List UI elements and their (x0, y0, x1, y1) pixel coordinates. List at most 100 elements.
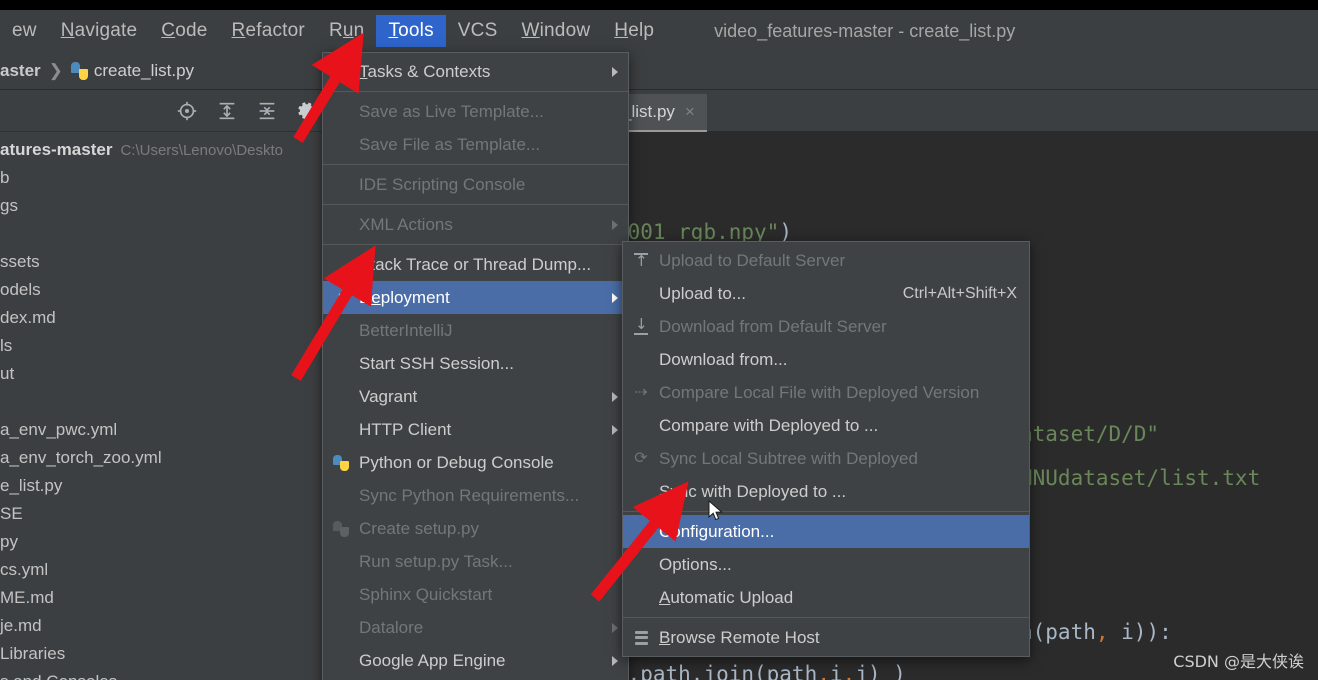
python-dim-icon (331, 519, 351, 539)
menu-item-compare-local-file-with-deployed-version: ⇢ Compare Local File with Deployed Versio… (623, 376, 1029, 409)
menu-item-shortcut: Ctrl+Alt+Shift+X (902, 284, 1017, 302)
tools-dropdown-menu[interactable]: Tasks & Contexts Save as Live Template...… (322, 52, 629, 680)
no-icon (331, 618, 351, 638)
tree-row-label: SE (0, 504, 23, 523)
menu-item-label: Save File as Template... (359, 134, 541, 154)
menubar-item-refactor[interactable]: Refactor (220, 15, 317, 47)
tree-row[interactable]: py (0, 528, 332, 556)
menu-separator (323, 204, 628, 205)
menu-item-browse-remote-host[interactable]: Browse Remote Host (623, 621, 1029, 654)
tree-row[interactable]: a_env_torch_zoo.yml (0, 444, 332, 472)
window-title: video_features-master - create_list.py (714, 20, 1016, 41)
tree-row[interactable]: e_list.py (0, 472, 332, 500)
chevron-right-icon (612, 219, 618, 230)
menu-item-upload-to[interactable]: Upload to... Ctrl+Alt+Shift+X (623, 277, 1029, 310)
tree-row[interactable] (0, 220, 332, 248)
tree-row[interactable]: b (0, 164, 332, 192)
menubar-item-run[interactable]: Run (317, 15, 376, 47)
tree-row[interactable]: ssets (0, 248, 332, 276)
tree-row-label: s and Consoles (0, 672, 117, 680)
tree-row[interactable]: a_env_pwc.yml (0, 416, 332, 444)
chevron-right-icon (612, 655, 618, 666)
tree-row-label: ls (0, 336, 13, 355)
menu-item-download-from[interactable]: Download from... (623, 343, 1029, 376)
menu-item-label: Sync Local Subtree with Deployed (659, 448, 918, 468)
menu-item-label: Compare with Deployed to ... (659, 415, 879, 435)
menubar-item-ew[interactable]: ew (0, 15, 49, 47)
menu-item-automatic-upload[interactable]: Automatic Upload (623, 581, 1029, 614)
tree-row[interactable]: ME.md (0, 584, 332, 612)
breadcrumb: aster ❯ create_list.py (0, 52, 1318, 90)
collapse-all-icon[interactable] (256, 100, 278, 122)
menu-item-ide-scripting-console: IDE Scripting Console (323, 168, 628, 201)
no-icon (331, 354, 351, 374)
tree-row[interactable] (0, 388, 332, 416)
tree-row[interactable]: Libraries (0, 640, 332, 668)
menu-item-label: Automatic Upload (659, 587, 794, 607)
menu-item-run-setup-py-task: Run setup.py Task... (323, 545, 628, 578)
menubar-item-navigate[interactable]: Navigate (49, 15, 150, 47)
menubar-item-help[interactable]: Help (602, 15, 666, 47)
menu-item-label: Python or Debug Console (359, 452, 554, 472)
menu-item-configuration[interactable]: Configuration... (623, 515, 1029, 548)
menu-item-label: Browse Remote Host (659, 627, 820, 647)
tree-row[interactable]: gs (0, 192, 332, 220)
no-icon (331, 651, 351, 671)
menu-item-options[interactable]: Options... (623, 548, 1029, 581)
menu-item-stack-trace-or-thread-dump[interactable]: Stack Trace or Thread Dump... (323, 248, 628, 281)
no-icon (331, 255, 351, 275)
menu-item-start-ssh-session[interactable]: Start SSH Session... (323, 347, 628, 380)
menu-item-label: IDE Scripting Console (359, 174, 526, 194)
no-icon (331, 387, 351, 407)
menu-item-label: Tasks & Contexts (359, 61, 491, 81)
sync-icon: ⟳ (634, 449, 648, 467)
tree-row[interactable]: cs.yml (0, 556, 332, 584)
menu-item-label: HTTP Client (359, 419, 452, 439)
menu-separator (323, 244, 628, 245)
tree-row[interactable]: je.md (0, 612, 332, 640)
menu-item-tasks-contexts[interactable]: Tasks & Contexts (323, 55, 628, 88)
no-icon (631, 416, 651, 436)
tree-row[interactable]: dex.md (0, 304, 332, 332)
tree-row[interactable]: odels (0, 276, 332, 304)
watermark-text: CSDN @是大侠诶 (1173, 652, 1304, 671)
no-icon (331, 62, 351, 82)
project-tree-panel[interactable]: atures-master C:\Users\Lenovo\Deskto b gs ss… (0, 132, 332, 680)
breadcrumb-project[interactable]: aster (0, 61, 41, 81)
menu-item-vagrant[interactable]: Vagrant (323, 380, 628, 413)
menu-item-deployment[interactable]: ↓↑ Deployment (323, 281, 628, 314)
locate-target-icon[interactable] (176, 100, 198, 122)
tree-row[interactable]: atures-master C:\Users\Lenovo\Deskto (0, 136, 332, 164)
menubar-item-window[interactable]: Window (509, 15, 602, 47)
menu-item-datalore: Datalore (323, 611, 628, 644)
tree-row-label: ssets (0, 252, 40, 271)
tree-row-label: atures-master (0, 140, 113, 159)
menu-item-python-or-debug-console[interactable]: Python or Debug Console (323, 446, 628, 479)
deployment-submenu[interactable]: Upload to Default Server Upload to... Ctrl… (622, 241, 1030, 657)
breadcrumb-file[interactable]: create_list.py (94, 61, 194, 81)
tree-row-label: je.md (0, 616, 42, 635)
no-icon (631, 588, 651, 608)
upload-icon (631, 251, 651, 271)
menu-item-google-app-engine[interactable]: Google App Engine (323, 644, 628, 677)
close-icon[interactable]: × (685, 102, 695, 122)
menu-item-compare-with-deployed-to[interactable]: Compare with Deployed to ... (623, 409, 1029, 442)
menubar-item-tools[interactable]: Tools (376, 15, 446, 47)
breadcrumb-separator-icon: ❯ (48, 60, 63, 80)
tree-row[interactable]: s and Consoles (0, 668, 332, 680)
menu-item-http-client[interactable]: HTTP Client (323, 413, 628, 446)
menubar-item-code[interactable]: Code (149, 15, 219, 47)
expand-all-icon[interactable] (216, 100, 238, 122)
menu-item-label: Download from... (659, 349, 788, 369)
menubar-item-vcs[interactable]: VCS (446, 15, 510, 47)
download-icon (631, 317, 651, 337)
menu-item-label: Options... (659, 554, 732, 574)
tree-row[interactable]: ut (0, 360, 332, 388)
menu-item-sync-with-deployed-to[interactable]: Sync with Deployed to ... (623, 475, 1029, 508)
menu-item-label: Upload to... (659, 283, 746, 303)
tree-row[interactable]: SE (0, 500, 332, 528)
tree-row[interactable]: ls (0, 332, 332, 360)
menu-item-save-file-as-template: Save File as Template... (323, 128, 628, 161)
no-icon (331, 135, 351, 155)
settings-gear-icon[interactable] (296, 100, 318, 122)
